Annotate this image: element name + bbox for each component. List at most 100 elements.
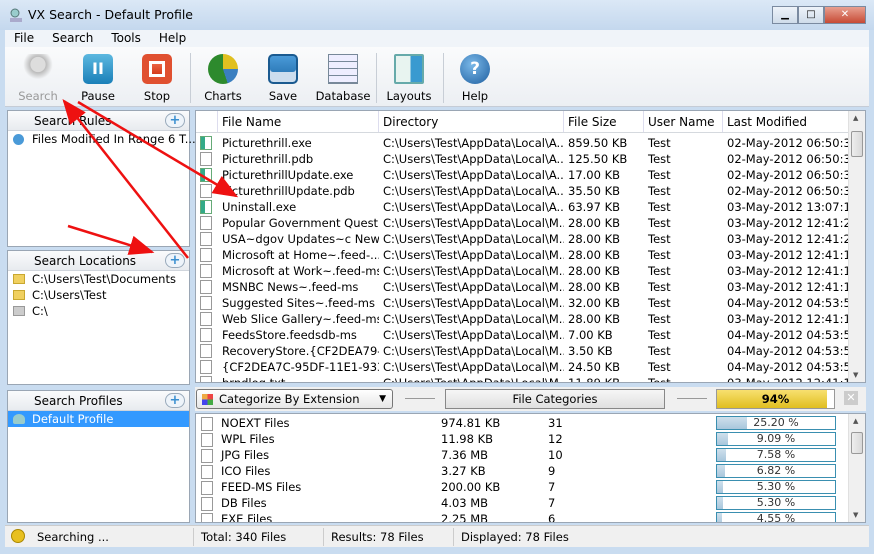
file-icon: [200, 296, 212, 310]
stop-button[interactable]: Stop: [127, 51, 187, 103]
cell-file-name: MSNBC News~.feed-ms: [222, 280, 359, 294]
search-locations-panel: Search Locations + C:\Users\Test\Document…: [7, 250, 190, 385]
status-bar: Searching ... Total: 340 Files Results: …: [5, 525, 869, 547]
cell-file-size: 28.00 KB: [568, 264, 621, 278]
table-row[interactable]: USA~dgov Updates~c New... C:\Users\Test\…: [196, 231, 865, 247]
cell-last-modified: 03-May-2012 12:41:22: [727, 232, 851, 246]
column-file-size[interactable]: File Size: [564, 111, 644, 132]
category-row[interactable]: EXE Files 2.25 MB 6 4.55 %: [196, 511, 865, 523]
menu-file[interactable]: File: [5, 30, 43, 47]
add-profile-button[interactable]: +: [165, 393, 185, 408]
cell-file-name: Microsoft at Work~.feed-ms: [222, 264, 379, 278]
results-header: File Name Directory File Size User Name …: [196, 111, 865, 133]
categorize-dropdown[interactable]: Categorize By Extension ▼: [196, 389, 393, 409]
column-last-modified[interactable]: Last Modified: [723, 111, 851, 132]
table-row[interactable]: FeedsStore.feedsdb-ms C:\Users\Test\AppD…: [196, 327, 865, 343]
location-item[interactable]: C:\Users\Test\Documents: [8, 271, 189, 287]
category-percent-bar: 9.09 %: [716, 432, 836, 446]
pause-button[interactable]: II Pause: [68, 51, 128, 103]
file-icon: [200, 376, 212, 382]
drive-folder-icon: [13, 306, 25, 316]
table-row[interactable]: PicturethrillUpdate.exe C:\Users\Test\Ap…: [196, 167, 865, 183]
add-location-button[interactable]: +: [165, 253, 185, 268]
table-row[interactable]: brndlog.txt C:\Users\Test\AppData\Local\…: [196, 375, 865, 383]
table-row[interactable]: {CF2DEA7C-95DF-11E1-933... C:\Users\Test…: [196, 359, 865, 375]
location-item[interactable]: C:\Users\Test: [8, 287, 189, 303]
column-directory[interactable]: Directory: [379, 111, 564, 132]
category-percent-bar: 5.30 %: [716, 496, 836, 510]
table-row[interactable]: Microsoft at Home~.feed-... C:\Users\Tes…: [196, 247, 865, 263]
category-percent: 5.30 %: [756, 480, 796, 493]
category-row[interactable]: NOEXT Files 974.81 KB 31 25.20 %: [196, 415, 865, 431]
stop-label: Stop: [143, 89, 171, 103]
category-row[interactable]: JPG Files 7.36 MB 10 7.58 %: [196, 447, 865, 463]
category-percent: 25.20 %: [753, 416, 799, 429]
category-count: 9: [548, 464, 556, 478]
layouts-button[interactable]: Layouts: [379, 51, 439, 103]
database-button[interactable]: Database: [313, 51, 373, 103]
table-row[interactable]: Popular Government Quest... C:\Users\Tes…: [196, 215, 865, 231]
cell-directory: C:\Users\Test\AppData\Local\M...: [383, 248, 564, 262]
category-row[interactable]: FEED-MS Files 200.00 KB 7 5.30 %: [196, 479, 865, 495]
category-size: 2.25 MB: [441, 512, 489, 523]
profile-item[interactable]: Default Profile: [8, 411, 189, 427]
table-row[interactable]: Picturethrill.exe C:\Users\Test\AppData\…: [196, 135, 865, 151]
category-count: 7: [548, 496, 556, 510]
category-row[interactable]: ICO Files 3.27 KB 9 6.82 %: [196, 463, 865, 479]
category-row[interactable]: WPL Files 11.98 KB 12 9.09 %: [196, 431, 865, 447]
category-name: ICO Files: [221, 464, 271, 478]
table-row[interactable]: Picturethrill.pdb C:\Users\Test\AppData\…: [196, 151, 865, 167]
table-row[interactable]: Web Slice Gallery~.feed-ms C:\Users\Test…: [196, 311, 865, 327]
location-label: C:\Users\Test: [32, 288, 107, 302]
app-icon: [10, 8, 22, 22]
cell-last-modified: 03-May-2012 12:41:11: [727, 376, 851, 383]
help-button[interactable]: ? Help: [445, 51, 505, 103]
table-row[interactable]: MSNBC News~.feed-ms C:\Users\Test\AppDat…: [196, 279, 865, 295]
folder-plus-icon: [13, 290, 25, 300]
rule-item[interactable]: Files Modified In Range 6 T...: [8, 131, 196, 147]
cell-directory: C:\Users\Test\AppData\Local\M...: [383, 296, 564, 310]
categories-scrollbar[interactable]: ▲ ▼: [848, 414, 865, 522]
cell-file-size: 3.50 KB: [568, 344, 613, 358]
table-row[interactable]: Uninstall.exe C:\Users\Test\AppData\Loca…: [196, 199, 865, 215]
search-button[interactable]: Search: [8, 51, 68, 103]
cell-file-name: Popular Government Quest...: [222, 216, 379, 230]
menu-search[interactable]: Search: [43, 30, 102, 47]
results-scrollbar[interactable]: ▲ ▼: [848, 111, 865, 382]
column-file-name[interactable]: File Name: [218, 111, 379, 132]
menu-tools[interactable]: Tools: [102, 30, 150, 47]
add-rule-button[interactable]: +: [165, 113, 185, 128]
category-name: DB Files: [221, 496, 267, 510]
charts-button[interactable]: Charts: [193, 51, 253, 103]
cell-directory: C:\Users\Test\AppData\Local\M...: [383, 232, 564, 246]
file-categories-button[interactable]: File Categories: [445, 389, 665, 409]
status-results: Results: 78 Files: [331, 530, 424, 544]
save-button[interactable]: Save: [253, 51, 313, 103]
layouts-icon: [394, 54, 424, 84]
rule-label: Files Modified In Range 6 T...: [32, 132, 196, 146]
close-button[interactable]: ✕: [824, 6, 866, 24]
maximize-button[interactable]: □: [798, 6, 824, 24]
table-row[interactable]: PicturethrillUpdate.pdb C:\Users\Test\Ap…: [196, 183, 865, 199]
category-file-icon: [201, 433, 213, 447]
cell-file-size: 859.50 KB: [568, 136, 628, 150]
location-label: C:\: [32, 304, 48, 318]
menu-help[interactable]: Help: [150, 30, 195, 47]
cell-directory: C:\Users\Test\AppData\Local\A...: [383, 136, 564, 150]
close-icon[interactable]: ✕: [844, 391, 858, 405]
category-size: 11.98 KB: [441, 432, 494, 446]
table-row[interactable]: Suggested Sites~.feed-ms C:\Users\Test\A…: [196, 295, 865, 311]
divider: [677, 398, 707, 399]
cell-last-modified: 02-May-2012 06:50:38: [727, 184, 851, 198]
toolbar-separator: [190, 53, 191, 103]
column-user-name[interactable]: User Name: [644, 111, 723, 132]
minimize-button[interactable]: ▁: [772, 6, 798, 24]
category-size: 974.81 KB: [441, 416, 501, 430]
cell-file-size: 28.00 KB: [568, 280, 621, 294]
table-row[interactable]: Microsoft at Work~.feed-ms C:\Users\Test…: [196, 263, 865, 279]
category-row[interactable]: DB Files 4.03 MB 7 5.30 %: [196, 495, 865, 511]
table-row[interactable]: RecoveryStore.{CF2DEA79-... C:\Users\Tes…: [196, 343, 865, 359]
location-item[interactable]: C:\: [8, 303, 189, 319]
cell-file-size: 63.97 KB: [568, 200, 621, 214]
help-label: Help: [461, 89, 489, 103]
